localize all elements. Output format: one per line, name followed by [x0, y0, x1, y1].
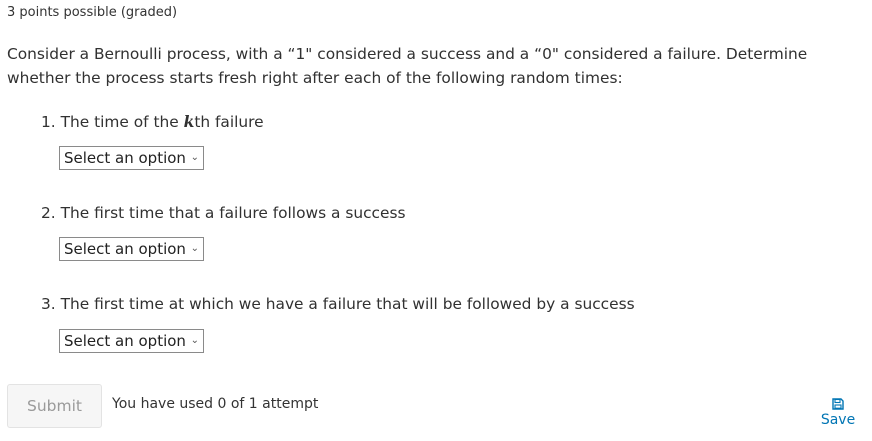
question-3-select[interactable]: Select an option ⌄ [59, 329, 204, 353]
floppy-disk-icon [832, 398, 844, 410]
question-1-text: 1. The time of the kth failure [41, 112, 264, 132]
question-2-select[interactable]: Select an option ⌄ [59, 237, 204, 261]
save-button[interactable]: Save [815, 396, 861, 432]
question-3-text: 3. The first time at which we have a fai… [41, 295, 635, 313]
question-1-suffix: th failure [194, 113, 264, 131]
attempts-status: You have used 0 of 1 attempt [112, 396, 319, 412]
question-2-select-value: Select an option [64, 240, 186, 258]
chevron-down-icon: ⌄ [190, 335, 199, 346]
question-1-prefix: 1. The time of the [41, 113, 184, 131]
question-2-text: 2. The first time that a failure follows… [41, 204, 406, 222]
chevron-down-icon: ⌄ [190, 152, 199, 163]
question-3-select-value: Select an option [64, 332, 186, 350]
save-label: Save [820, 412, 856, 428]
points-possible: 3 points possible (graded) [7, 5, 178, 20]
math-variable-k: k [183, 113, 195, 131]
chevron-down-icon: ⌄ [190, 243, 199, 254]
question-1-select[interactable]: Select an option ⌄ [59, 146, 204, 170]
problem-prompt: Consider a Bernoulli process, with a “1"… [7, 45, 808, 87]
question-1-select-value: Select an option [64, 149, 186, 167]
submit-button[interactable]: Submit [7, 384, 102, 428]
